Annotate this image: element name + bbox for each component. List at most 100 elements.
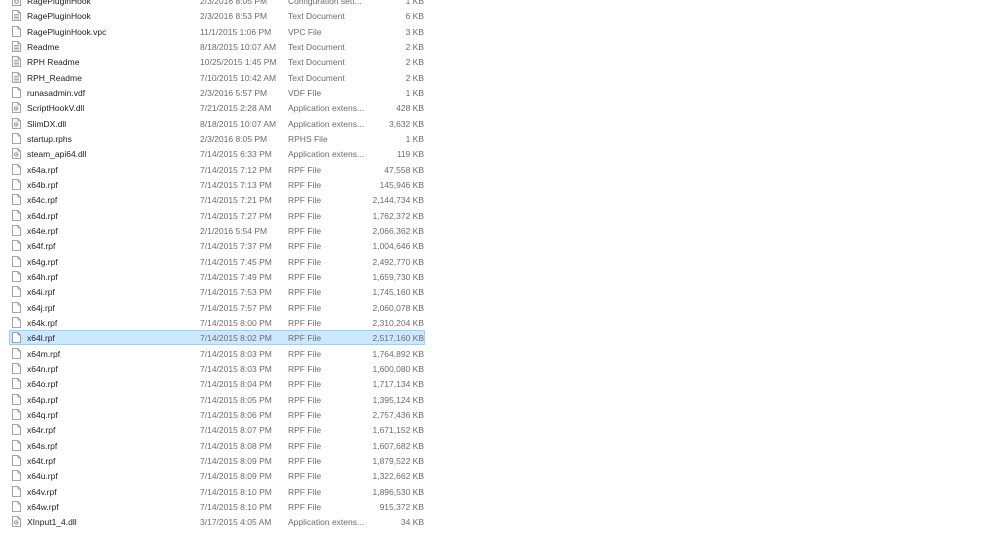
file-size: 1,762,372 KB (372, 210, 424, 221)
file-row[interactable]: x64j.rpf 7/14/2015 7:57 PM RPF File 2,060,0… (0, 301, 1000, 315)
file-name: x64t.rpf (27, 455, 56, 466)
file-name: RPH Readme (27, 57, 80, 68)
file-name: SlimDX.dll (27, 118, 67, 129)
file-row[interactable]: x64c.rpf 7/14/2015 7:21 PM RPF File 2,144,7… (0, 193, 1000, 207)
file-row[interactable]: runasadmin.vdf 2/3/2016 5:57 PM VDF File 1 … (0, 86, 1000, 100)
file-name: x64e.rpf (27, 225, 58, 236)
file-name: x64d.rpf (27, 210, 58, 221)
file-size: 1,322,662 KB (372, 471, 424, 482)
file-row[interactable]: x64a.rpf 7/14/2015 7:12 PM RPF File 47,558 … (0, 163, 1000, 177)
file-date-modified: 7/14/2015 8:09 PM (200, 455, 272, 466)
file-size: 3,632 KB (389, 118, 424, 129)
file-date-modified: 7/14/2015 8:05 PM (200, 394, 272, 405)
file-name: x64a.rpf (27, 164, 58, 175)
file-name: x64f.rpf (27, 241, 56, 252)
file-row[interactable]: RagePluginHook 2/3/2016 8:05 PM Configurat… (0, 0, 1000, 8)
file-size: 1,879,522 KB (372, 455, 424, 466)
file-size: 2 KB (405, 57, 424, 68)
file-name: RPH_Readme (27, 72, 82, 83)
file-name: startup.rphs (27, 133, 72, 144)
file-name: x64l.rpf (27, 333, 55, 344)
file-row[interactable]: RagePluginHook.vpc 11/1/2015 1:06 PM VPC F… (0, 25, 1000, 39)
file-size: 1,717,134 KB (372, 379, 424, 390)
file-name: x64n.rpf (27, 363, 58, 374)
file-size: 47,558 KB (384, 164, 424, 175)
file-name: x64s.rpf (27, 440, 58, 451)
file-size: 1,659,730 KB (372, 271, 424, 282)
file-date-modified: 7/14/2015 6:33 PM (200, 149, 272, 160)
file-size: 2,757,436 KB (372, 409, 424, 420)
file-row[interactable]: x64d.rpf 7/14/2015 7:27 PM RPF File 1,762,3… (0, 209, 1000, 223)
file-row[interactable]: x64l.rpf 7/14/2015 8:02 PM RPF File 2,517,1… (0, 330, 1000, 346)
file-row[interactable]: RPH Readme 10/25/2015 1:45 PM Text Documen… (0, 55, 1000, 69)
file-name: RagePluginHook.vpc (27, 26, 107, 37)
file-name: x64v.rpf (27, 486, 57, 497)
file-row[interactable]: x64n.rpf 7/14/2015 8:03 PM RPF File 1,600,0… (0, 362, 1000, 376)
file-row[interactable]: x64h.rpf 7/14/2015 7:49 PM RPF File 1,659,7… (0, 270, 1000, 284)
file-row[interactable]: x64f.rpf 7/14/2015 7:37 PM RPF File 1,004,6… (0, 239, 1000, 253)
file-date-modified: 2/3/2016 5:57 PM (200, 87, 268, 98)
file-row[interactable]: x64r.rpf 7/14/2015 8:07 PM RPF File 1,671,1… (0, 423, 1000, 437)
file-name: x64o.rpf (27, 379, 58, 390)
file-row[interactable]: x64s.rpf 7/14/2015 8:08 PM RPF File 1,607,6… (0, 439, 1000, 453)
file-row[interactable]: x64q.rpf 7/14/2015 8:06 PM RPF File 2,757,4… (0, 408, 1000, 422)
file-name: RagePluginHook (27, 11, 91, 22)
file-row[interactable]: x64g.rpf 7/14/2015 7:45 PM RPF File 2,492,7… (0, 255, 1000, 269)
file-date-modified: 7/14/2015 7:13 PM (200, 179, 272, 190)
file-row[interactable]: SlimDX.dll 8/18/2015 10:07 AM Application … (0, 117, 1000, 131)
file-date-modified: 7/14/2015 8:07 PM (200, 425, 272, 436)
file-date-modified: 7/14/2015 7:12 PM (200, 164, 272, 175)
file-row[interactable]: x64m.rpf 7/14/2015 8:03 PM RPF File 1,764,8… (0, 347, 1000, 361)
file-size: 1 KB (405, 87, 424, 98)
file-date-modified: 8/18/2015 10:07 AM (200, 118, 277, 129)
file-size: 2 KB (405, 72, 424, 83)
file-date-modified: 7/14/2015 7:57 PM (200, 302, 272, 313)
file-date-modified: 7/14/2015 8:04 PM (200, 379, 272, 390)
file-row[interactable]: steam_api64.dll 7/14/2015 6:33 PM Applicat… (0, 147, 1000, 161)
file-name: x64i.rpf (27, 287, 55, 298)
file-date-modified: 11/1/2015 1:06 PM (200, 26, 272, 37)
file-row[interactable]: XInput1_4.dll 3/17/2015 4:05 AM Applicatio… (0, 515, 1000, 529)
file-name: x64w.rpf (27, 501, 59, 512)
file-date-modified: 2/1/2016 5:54 PM (200, 225, 268, 236)
file-row[interactable]: x64u.rpf 7/14/2015 8:09 PM RPF File 1,322,6… (0, 469, 1000, 483)
file-size: 2,060,078 KB (372, 302, 424, 313)
file-name: x64p.rpf (27, 394, 58, 405)
file-row[interactable]: x64b.rpf 7/14/2015 7:13 PM RPF File 145,946… (0, 178, 1000, 192)
file-row[interactable]: x64p.rpf 7/14/2015 8:05 PM RPF File 1,395,1… (0, 393, 1000, 407)
file-date-modified: 7/14/2015 7:53 PM (200, 287, 272, 298)
file-size: 2,492,770 KB (372, 256, 424, 267)
file-date-modified: 3/17/2015 4:05 AM (200, 517, 272, 528)
file-row[interactable]: x64k.rpf 7/14/2015 8:00 PM RPF File 2,310,2… (0, 316, 1000, 330)
file-date-modified: 7/14/2015 8:10 PM (200, 486, 272, 497)
file-date-modified: 7/14/2015 8:03 PM (200, 363, 272, 374)
file-row[interactable]: x64t.rpf 7/14/2015 8:09 PM RPF File 1,879,5… (0, 454, 1000, 468)
file-row[interactable]: x64w.rpf 7/14/2015 8:10 PM RPF File 915,372… (0, 500, 1000, 514)
file-name: x64r.rpf (27, 425, 56, 436)
file-name: runasadmin.vdf (27, 87, 86, 98)
file-row[interactable]: x64o.rpf 7/14/2015 8:04 PM RPF File 1,717,1… (0, 377, 1000, 391)
file-name: x64j.rpf (27, 302, 55, 313)
file-size: 2 KB (405, 41, 424, 52)
file-name: x64c.rpf (27, 195, 58, 206)
file-size: 1,600,080 KB (372, 363, 424, 374)
file-name: ScriptHookV.dll (27, 103, 85, 114)
file-date-modified: 7/14/2015 8:08 PM (200, 440, 272, 451)
file-size: 2,144,734 KB (372, 195, 424, 206)
file-row[interactable]: x64i.rpf 7/14/2015 7:53 PM RPF File 1,745,1… (0, 285, 1000, 299)
file-row[interactable]: RPH_Readme 7/10/2015 10:42 AM Text Documen… (0, 71, 1000, 85)
file-row[interactable]: Readme 8/18/2015 10:07 AM Text Document 2 K… (0, 40, 1000, 54)
file-row[interactable]: startup.rphs 2/3/2016 8:05 PM RPHS File 1 K… (0, 132, 1000, 146)
file-date-modified: 7/14/2015 7:37 PM (200, 241, 272, 252)
file-name: x64b.rpf (27, 179, 58, 190)
file-size: 1,395,124 KB (372, 394, 424, 405)
file-row[interactable]: x64v.rpf 7/14/2015 8:10 PM RPF File 1,896,5… (0, 485, 1000, 499)
file-date-modified: 7/14/2015 8:00 PM (200, 317, 272, 328)
file-size: 915,372 KB (379, 501, 424, 512)
file-name: steam_api64.dll (27, 149, 87, 160)
file-row[interactable]: x64e.rpf 2/1/2016 5:54 PM RPF File 2,066,36… (0, 224, 1000, 238)
file-row[interactable]: ScriptHookV.dll 7/21/2015 2:28 AM Applicat… (0, 101, 1000, 115)
file-size: 1,764,892 KB (372, 348, 424, 359)
file-row[interactable]: RagePluginHook 2/3/2016 8:53 PM Text Docum… (0, 9, 1000, 23)
file-date-modified: 7/14/2015 8:06 PM (200, 409, 272, 420)
